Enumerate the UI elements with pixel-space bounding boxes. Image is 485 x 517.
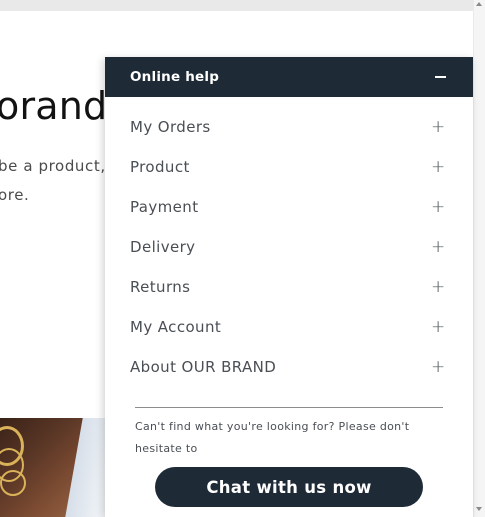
- page-text-fragment: ore.: [0, 186, 30, 204]
- scroll-down-arrow-icon[interactable]: [476, 507, 482, 511]
- help-item-label: Returns: [130, 278, 191, 296]
- plus-icon[interactable]: +: [431, 158, 445, 176]
- plus-icon[interactable]: +: [431, 238, 445, 256]
- scrollbar[interactable]: [473, 0, 485, 517]
- plus-icon[interactable]: +: [431, 198, 445, 216]
- scroll-up-arrow-icon[interactable]: [476, 2, 482, 6]
- help-item-label: Payment: [130, 198, 199, 216]
- help-item-label: Product: [130, 158, 190, 176]
- help-item-my-account[interactable]: My Account +: [105, 307, 473, 347]
- help-item-label: My Account: [130, 318, 222, 336]
- help-note: Can't find what you're looking for? Plea…: [135, 420, 410, 455]
- help-item-payment[interactable]: Payment +: [105, 187, 473, 227]
- chat-with-us-button[interactable]: Chat with us now: [155, 467, 423, 507]
- plus-icon[interactable]: +: [431, 118, 445, 136]
- help-item-label: My Orders: [130, 118, 211, 136]
- page-heading-fragment: orand: [0, 84, 108, 128]
- plus-icon[interactable]: +: [431, 358, 445, 376]
- online-help-panel: Online help My Orders + Product + Paymen…: [105, 57, 473, 517]
- divider: [135, 407, 443, 408]
- help-item-label: About OUR BRAND: [130, 358, 277, 376]
- top-strip: [0, 0, 473, 11]
- help-item-delivery[interactable]: Delivery +: [105, 227, 473, 267]
- help-item-my-orders[interactable]: My Orders +: [105, 107, 473, 147]
- minimize-icon[interactable]: [435, 71, 447, 83]
- help-item-product[interactable]: Product +: [105, 147, 473, 187]
- plus-icon[interactable]: +: [431, 318, 445, 336]
- help-item-label: Delivery: [130, 238, 196, 256]
- help-item-about-brand[interactable]: About OUR BRAND +: [105, 347, 473, 387]
- help-item-returns[interactable]: Returns +: [105, 267, 473, 307]
- help-header[interactable]: Online help: [105, 57, 473, 97]
- help-title: Online help: [130, 69, 220, 85]
- help-topics-list: My Orders + Product + Payment + Delivery…: [105, 97, 473, 387]
- jewelry-photo: [0, 418, 106, 517]
- plus-icon[interactable]: +: [431, 278, 445, 296]
